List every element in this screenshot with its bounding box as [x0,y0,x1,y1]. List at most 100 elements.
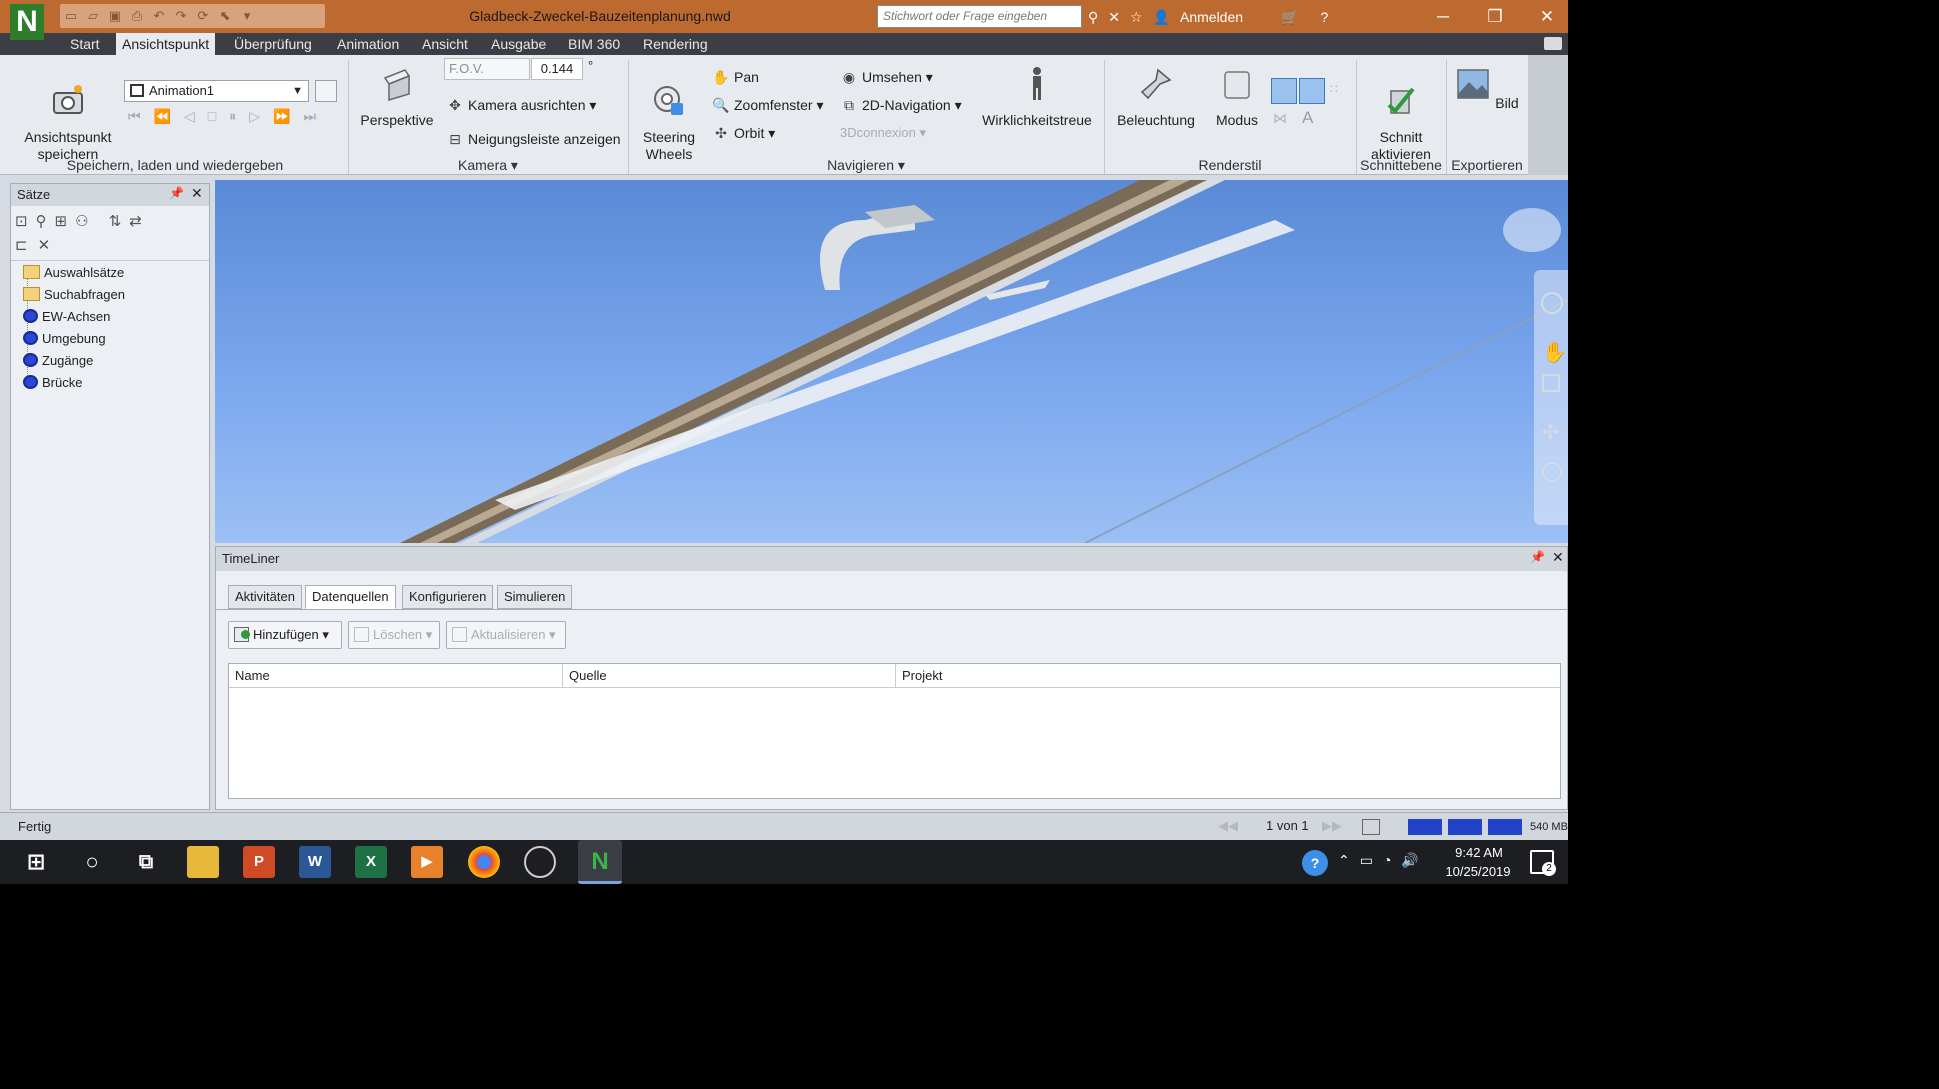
restore-icon[interactable]: ❐ [1472,0,1518,33]
windows-start-icon[interactable]: ⊞ [20,846,52,878]
help-tray-icon[interactable]: ? [1302,850,1328,876]
camera-align-button[interactable]: ✥ Kamera ausrichten ▾ [446,94,596,116]
animation-select[interactable]: Animation1 ▼ [124,80,309,102]
clock-time[interactable]: 9:42 AM [1446,845,1512,860]
image-export-button[interactable]: Bild [1454,66,1520,112]
render-shaded-icon[interactable] [1271,78,1297,104]
tab-aktivitaeten[interactable]: Aktivitäten [228,585,302,609]
help-search-input[interactable]: Stichwort oder Frage eingeben [877,5,1082,28]
chrome-icon[interactable] [468,846,500,878]
tab-rendering[interactable]: Rendering [637,33,714,55]
tab-bim360[interactable]: BIM 360 [562,33,626,55]
tab-konfigurieren[interactable]: Konfigurieren [402,585,494,609]
datasource-table[interactable]: Name Quelle Projekt [228,663,1561,799]
close-icon[interactable]: ✕ [1524,0,1568,33]
tree-item-ew-achsen[interactable]: EW-Achsen [23,306,208,328]
sets-toolbar-row2[interactable]: ⊏✕ [15,236,75,258]
refresh-datasource-button[interactable]: Aktualisieren ▾ [446,621,566,649]
delete-datasource-button[interactable]: Löschen ▾ [348,621,440,649]
nav2d-button[interactable]: ⧉ 2D-Navigation ▾ [840,94,962,116]
select-icon[interactable]: ⬉ [215,7,235,25]
next-sheet-icon[interactable]: ▶▶ [1322,818,1342,834]
tab-ansichtspunkt[interactable]: Ansichtspunkt [116,33,216,55]
orbit-nav-icon[interactable]: ✣ [1542,420,1559,445]
pan-button[interactable]: ✋ Pan [712,66,759,88]
undo-icon[interactable]: ↶ [149,7,169,25]
render-points-icon[interactable]: ∷ [1330,82,1350,102]
section-enable-button[interactable]: Schnitt aktivieren [1360,66,1442,163]
zoom-nav-icon[interactable] [1542,374,1560,392]
tab-ausgabe[interactable]: Ausgabe [485,33,552,55]
qat-dropdown-icon[interactable]: ▾ [237,7,257,25]
powerpoint-icon[interactable]: P [243,846,275,878]
navisworks-icon[interactable]: N [578,840,622,884]
exchange-icon[interactable]: ✕ [1108,9,1120,26]
tree-item-zugaenge[interactable]: Zugänge [23,350,208,372]
binoculars-icon[interactable]: ⚲ [1088,9,1098,26]
playback-controls[interactable]: ⏮⏪◁□⏸▷⏩⏭ [128,108,348,128]
refresh-icon[interactable]: ⟳ [193,7,213,25]
sets-toolbar-row1[interactable]: ⊡⚲⊞⚇ ⇅⇄ [15,212,205,234]
user-icon[interactable]: 👤 [1153,9,1170,26]
render-lines-icon[interactable]: ⋈ [1273,110,1295,130]
search-icon[interactable]: ○ [76,846,108,878]
steering-wheel-nav-icon[interactable] [1541,292,1563,314]
tree-item-bruecke[interactable]: Brücke [23,372,208,394]
word-icon[interactable]: W [299,846,331,878]
tab-ueberpruefung[interactable]: Überprüfung [228,33,318,55]
perspective-button[interactable]: Perspektive [356,66,438,129]
orbit-button[interactable]: ✣ Orbit ▾ [712,122,775,144]
viewcube-icon[interactable] [1503,208,1561,252]
help-icon[interactable]: ? [1320,9,1328,25]
signin-link[interactable]: Anmelden [1180,9,1243,25]
tree-item-suchabfragen[interactable]: Suchabfragen [23,284,208,306]
column-header-projekt[interactable]: Projekt [896,664,1560,688]
tilt-bar-button[interactable]: ⊟ Neigungsleiste anzeigen [446,128,620,150]
lighting-button[interactable]: Beleuchtung [1112,66,1200,129]
column-header-quelle[interactable]: Quelle [563,664,896,688]
render-wireframe-icon[interactable] [1299,78,1325,104]
look-nav-icon[interactable] [1542,462,1562,482]
media-player-icon[interactable]: ▶ [411,846,443,878]
add-datasource-button[interactable]: Hinzufügen ▾ [228,621,342,649]
save-viewpoint-button[interactable]: Ansichtspunkt speichern [20,66,116,163]
pan-nav-icon[interactable]: ✋ [1542,340,1567,365]
new-file-icon[interactable]: ▭ [61,7,81,25]
ribbon-minimize-icon[interactable] [1544,37,1562,50]
tab-start[interactable]: Start [64,33,106,55]
tab-datenquellen[interactable]: Datenquellen [305,585,396,609]
fov-input[interactable]: 0.144 [531,58,583,80]
pin-icon[interactable]: 📌 [1530,550,1545,564]
look-around-button[interactable]: ◉ Umsehen ▾ [840,66,933,88]
cart-icon[interactable]: 🛒 [1281,9,1298,26]
zoom-window-button[interactable]: 🔍 Zoomfenster ▾ [712,94,823,116]
tab-simulieren[interactable]: Simulieren [497,585,573,609]
3dconnexion-button[interactable]: 3Dconnexion ▾ [840,122,926,144]
tab-ansicht[interactable]: Ansicht [416,33,474,55]
record-viewpoint-button[interactable] [315,80,337,102]
app-icon[interactable] [524,846,556,878]
excel-icon[interactable]: X [355,846,387,878]
open-file-icon[interactable]: ▱ [83,7,103,25]
file-explorer-icon[interactable] [187,846,219,878]
clock-date[interactable]: 10/25/2019 [1440,864,1516,879]
redo-icon[interactable]: ↷ [171,7,191,25]
task-view-icon[interactable]: ⧉ [130,846,162,878]
prev-sheet-icon[interactable]: ◀◀ [1218,818,1238,834]
pin-icon[interactable]: 📌 [169,186,184,200]
tree-item-auswahlsaetze[interactable]: Auswahlsätze [23,262,208,284]
panel-close-icon[interactable]: ✕ [1552,549,1564,566]
realism-button[interactable]: Wirklichkeitstreue [978,66,1096,129]
render-text-icon[interactable]: A [1302,108,1324,128]
mode-button[interactable]: Modus [1208,66,1266,129]
3d-viewport[interactable] [215,180,1568,543]
sheet-browser-icon[interactable] [1362,819,1380,835]
column-header-name[interactable]: Name [229,664,563,688]
favorites-icon[interactable]: ☆ [1130,9,1143,26]
tree-item-umgebung[interactable]: Umgebung [23,328,208,350]
panel-close-icon[interactable]: ✕ [191,185,203,202]
save-icon[interactable]: ▣ [105,7,125,25]
system-tray-icons[interactable]: ⌃▭◔🔊 [1338,852,1429,869]
steering-wheels-button[interactable]: Steering Wheels [636,66,702,163]
minimize-icon[interactable]: ─ [1420,0,1466,33]
